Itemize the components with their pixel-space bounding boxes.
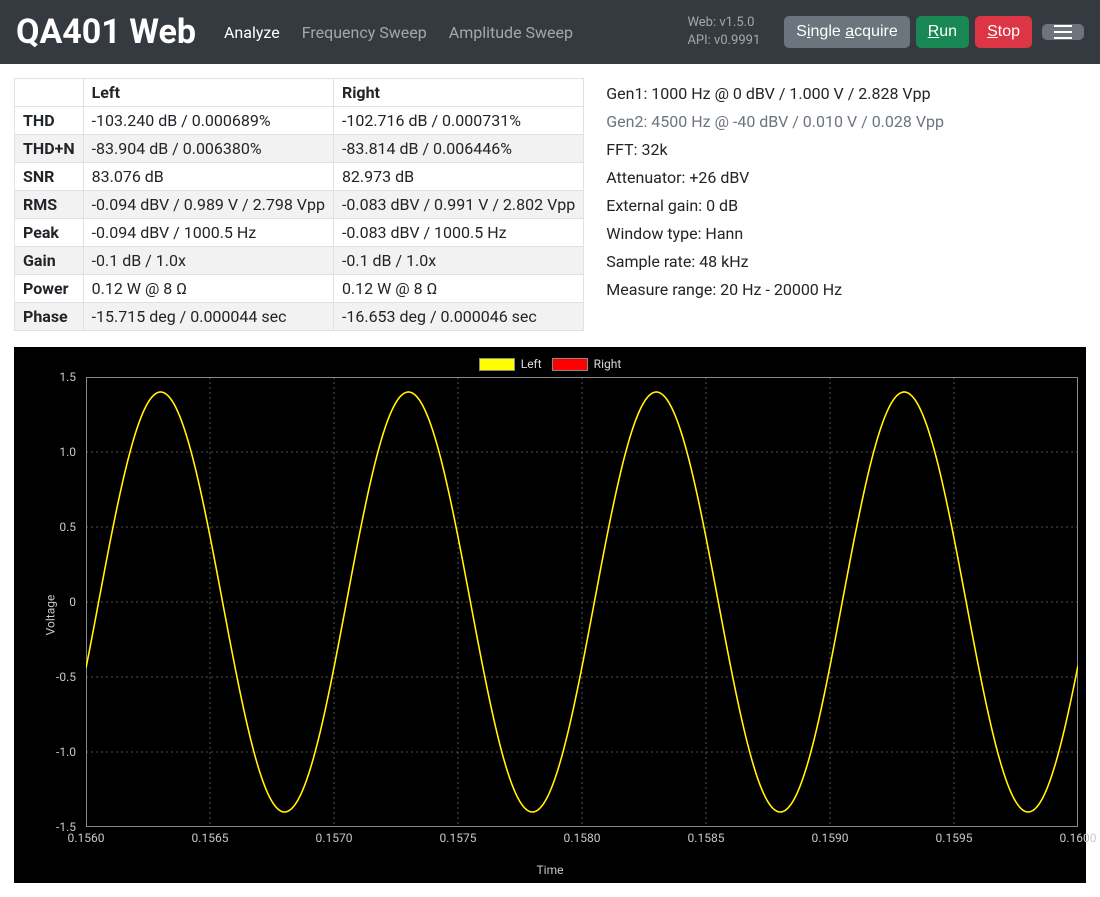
y-tick-label: 1.5 bbox=[59, 370, 76, 384]
stop-button[interactable]: Stop bbox=[975, 16, 1032, 48]
table-header-row: Left Right bbox=[15, 79, 584, 107]
x-tick-label: 0.1575 bbox=[440, 831, 477, 845]
table-row: Peak-0.094 dBV / 1000.5 Hz-0.083 dBV / 1… bbox=[15, 219, 584, 247]
window-type-setting: Window type: Hann bbox=[606, 220, 1086, 248]
nav-links: Analyze Frequency Sweep Amplitude Sweep bbox=[224, 23, 573, 42]
content: Left Right THD-103.240 dB / 0.000689%-10… bbox=[0, 64, 1100, 347]
chart-xlabel: Time bbox=[14, 863, 1086, 877]
x-tick-label: 0.1580 bbox=[564, 831, 601, 845]
table-row: Gain-0.1 dB / 1.0x-0.1 dB / 1.0x bbox=[15, 247, 584, 275]
version-info: Web: v1.5.0 API: v0.9991 bbox=[687, 14, 760, 50]
row-name: Power bbox=[15, 275, 84, 303]
table-row: Phase-15.715 deg / 0.000044 sec-16.653 d… bbox=[15, 303, 584, 331]
menu-button[interactable] bbox=[1042, 24, 1084, 40]
gen1-setting: Gen1: 1000 Hz @ 0 dBV / 1.000 V / 2.828 … bbox=[606, 80, 1086, 108]
measure-range-setting: Measure range: 20 Hz - 20000 Hz bbox=[606, 276, 1086, 304]
legend-item-right: Right bbox=[552, 357, 622, 371]
table-header-left: Left bbox=[83, 79, 333, 107]
gen2-setting: Gen2: 4500 Hz @ -40 dBV / 0.010 V / 0.02… bbox=[606, 108, 1086, 136]
row-right-value: -0.083 dBV / 1000.5 Hz bbox=[333, 219, 583, 247]
row-left-value: 0.12 W @ 8 Ω bbox=[83, 275, 333, 303]
y-tick-label: -1.0 bbox=[56, 745, 76, 759]
row-name: Phase bbox=[15, 303, 84, 331]
row-right-value: -83.814 dB / 0.006446% bbox=[333, 135, 583, 163]
row-right-value: -0.1 dB / 1.0x bbox=[333, 247, 583, 275]
row-name: RMS bbox=[15, 191, 84, 219]
x-tick-label: 0.1600 bbox=[1060, 831, 1097, 845]
chart-x-ticks: 0.15600.15650.15700.15750.15800.15850.15… bbox=[86, 831, 1078, 849]
y-tick-label: 0 bbox=[69, 595, 76, 609]
web-version: Web: v1.5.0 bbox=[687, 14, 760, 32]
row-right-value: -102.716 dB / 0.000731% bbox=[333, 107, 583, 135]
run-button[interactable]: Run bbox=[916, 16, 969, 48]
row-left-value: -0.094 dBV / 0.989 V / 2.798 Vpp bbox=[83, 191, 333, 219]
row-right-value: 0.12 W @ 8 Ω bbox=[333, 275, 583, 303]
legend-item-left: Left bbox=[479, 357, 542, 371]
row-left-value: -15.715 deg / 0.000044 sec bbox=[83, 303, 333, 331]
row-left-value: -0.094 dBV / 1000.5 Hz bbox=[83, 219, 333, 247]
navbar: QA401 Web Analyze Frequency Sweep Amplit… bbox=[0, 0, 1100, 64]
row-left-value: 83.076 dB bbox=[83, 163, 333, 191]
table-row: SNR83.076 dB82.973 dB bbox=[15, 163, 584, 191]
row-name: SNR bbox=[15, 163, 84, 191]
row-right-value: -16.653 deg / 0.000046 sec bbox=[333, 303, 583, 331]
row-right-value: -0.083 dBV / 0.991 V / 2.802 Vpp bbox=[333, 191, 583, 219]
x-tick-label: 0.1590 bbox=[812, 831, 849, 845]
settings-column: Gen1: 1000 Hz @ 0 dBV / 1.000 V / 2.828 … bbox=[606, 78, 1086, 331]
table-row: THD+N-83.904 dB / 0.006380%-83.814 dB / … bbox=[15, 135, 584, 163]
sample-rate-setting: Sample rate: 48 kHz bbox=[606, 248, 1086, 276]
row-left-value: -103.240 dB / 0.000689% bbox=[83, 107, 333, 135]
nav-frequency-sweep[interactable]: Frequency Sweep bbox=[302, 23, 427, 42]
attenuator-setting: Attenuator: +26 dBV bbox=[606, 164, 1086, 192]
nav-analyze[interactable]: Analyze bbox=[224, 23, 280, 42]
table-header-blank bbox=[15, 79, 84, 107]
api-version: API: v0.9991 bbox=[687, 32, 760, 50]
row-name: THD bbox=[15, 107, 84, 135]
y-tick-label: 1.0 bbox=[59, 445, 76, 459]
x-tick-label: 0.1585 bbox=[688, 831, 725, 845]
brand-title: QA401 Web bbox=[16, 12, 196, 52]
x-tick-label: 0.1570 bbox=[316, 831, 353, 845]
table-row: THD-103.240 dB / 0.000689%-102.716 dB / … bbox=[15, 107, 584, 135]
x-tick-label: 0.1560 bbox=[68, 831, 105, 845]
table-row: RMS-0.094 dBV / 0.989 V / 2.798 Vpp-0.08… bbox=[15, 191, 584, 219]
x-tick-label: 0.1565 bbox=[192, 831, 229, 845]
legend-swatch-right bbox=[552, 358, 588, 371]
x-tick-label: 0.1595 bbox=[936, 831, 973, 845]
hamburger-icon bbox=[1054, 31, 1072, 33]
row-name: Peak bbox=[15, 219, 84, 247]
legend-label-right: Right bbox=[594, 357, 622, 371]
nav-amplitude-sweep[interactable]: Amplitude Sweep bbox=[449, 23, 573, 42]
fft-setting: FFT: 32k bbox=[606, 136, 1086, 164]
measurements-column: Left Right THD-103.240 dB / 0.000689%-10… bbox=[14, 78, 584, 331]
single-acquire-button[interactable]: Single acquire bbox=[784, 16, 909, 48]
row-right-value: 82.973 dB bbox=[333, 163, 583, 191]
legend-swatch-left bbox=[479, 358, 515, 371]
row-left-value: -83.904 dB / 0.006380% bbox=[83, 135, 333, 163]
y-tick-label: -0.5 bbox=[56, 670, 76, 684]
y-tick-label: 0.5 bbox=[59, 520, 76, 534]
row-name: THD+N bbox=[15, 135, 84, 163]
table-header-right: Right bbox=[333, 79, 583, 107]
external-gain-setting: External gain: 0 dB bbox=[606, 192, 1086, 220]
row-name: Gain bbox=[15, 247, 84, 275]
legend-label-left: Left bbox=[521, 357, 542, 371]
chart-legend: Left Right bbox=[14, 357, 1086, 371]
table-row: Power0.12 W @ 8 Ω0.12 W @ 8 Ω bbox=[15, 275, 584, 303]
chart-plot-area bbox=[86, 377, 1078, 827]
row-left-value: -0.1 dB / 1.0x bbox=[83, 247, 333, 275]
time-domain-chart[interactable]: Left Right Voltage Time -1.5-1.0-0.500.5… bbox=[14, 347, 1086, 883]
chart-y-ticks: -1.5-1.0-0.500.51.01.5 bbox=[14, 377, 82, 827]
measurements-table: Left Right THD-103.240 dB / 0.000689%-10… bbox=[14, 78, 584, 331]
